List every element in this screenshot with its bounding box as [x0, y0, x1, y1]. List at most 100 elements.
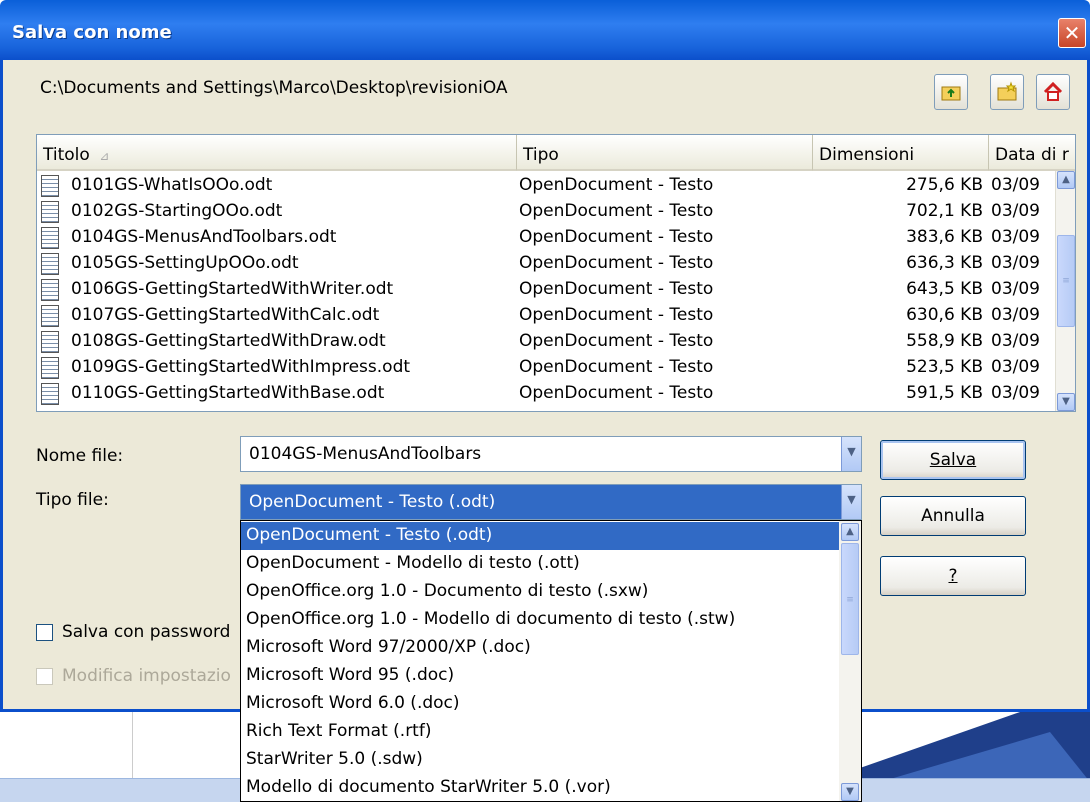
filetype-option[interactable]: Microsoft Word 95 (.doc) — [241, 662, 839, 690]
filetype-option[interactable]: OpenOffice.org 1.0 - Documento di testo … — [241, 578, 839, 606]
file-row[interactable]: 0102GS-StartingOOo.odt OpenDocument - Tes… — [37, 199, 1057, 225]
title-bar[interactable]: Salva con nome ✕ — [0, 0, 1090, 60]
chevron-down-icon: ▼ — [847, 445, 856, 458]
file-type: OpenDocument - Testo — [519, 331, 714, 351]
options-scroll-thumb[interactable]: ≡ — [841, 543, 859, 655]
options-scrollbar[interactable]: ▲ ≡ ▼ — [839, 521, 861, 801]
filetype-option[interactable]: StarWriter 5.0 (.sdw) — [241, 746, 839, 774]
file-type: OpenDocument - Testo — [519, 305, 714, 325]
file-size: 558,9 KB — [906, 331, 983, 351]
file-type: OpenDocument - Testo — [519, 279, 714, 299]
column-header-title[interactable]: Titolo ⊿ — [37, 135, 517, 171]
filename-dropdown-button[interactable]: ▼ — [841, 437, 861, 471]
folder-up-icon — [941, 86, 961, 101]
file-date: 03/09 — [991, 331, 1040, 351]
options-scroll-up-button[interactable]: ▲ — [841, 523, 859, 541]
help-button-label: ? — [948, 566, 958, 586]
document-icon — [41, 227, 59, 249]
file-size: 630,6 KB — [906, 305, 983, 325]
file-type: OpenDocument - Testo — [519, 201, 714, 221]
column-header-size[interactable]: Dimensioni — [813, 135, 989, 171]
file-type: OpenDocument - Testo — [519, 253, 714, 273]
filetype-option[interactable]: OpenDocument - Modello di testo (.ott) — [241, 550, 839, 578]
file-name: 0107GS-GettingStartedWithCalc.odt — [71, 305, 380, 325]
cancel-button[interactable]: Annulla — [880, 496, 1026, 536]
column-header-type[interactable]: Tipo — [517, 135, 813, 171]
file-row[interactable]: 0108GS-GettingStartedWithDraw.odt OpenDoc… — [37, 329, 1057, 355]
filetype-value: OpenDocument - Testo (.odt) — [249, 492, 496, 512]
file-date: 03/09 — [991, 253, 1040, 273]
new-folder-icon — [997, 81, 1017, 101]
file-type: OpenDocument - Testo — [519, 175, 714, 195]
file-size: 643,5 KB — [906, 279, 983, 299]
file-name: 0105GS-SettingUpOOo.odt — [71, 253, 299, 273]
close-button[interactable]: ✕ — [1058, 18, 1086, 48]
file-name: 0104GS-MenusAndToolbars.odt — [71, 227, 337, 247]
file-type: OpenDocument - Testo — [519, 383, 714, 403]
file-date: 03/09 — [991, 227, 1040, 247]
chevron-down-icon: ▼ — [847, 493, 856, 506]
file-size: 702,1 KB — [906, 201, 983, 221]
scroll-thumb[interactable]: ≡ — [1057, 235, 1075, 327]
file-row[interactable]: 0110GS-GettingStartedWithBase.odt OpenDoc… — [37, 381, 1057, 407]
file-size: 275,6 KB — [906, 175, 983, 195]
filetype-select[interactable]: OpenDocument - Testo (.odt) ▼ — [240, 484, 862, 520]
file-date: 03/09 — [991, 383, 1040, 403]
file-row[interactable]: 0105GS-SettingUpOOo.odt OpenDocument - Te… — [37, 251, 1057, 277]
file-row[interactable]: 0104GS-MenusAndToolbars.odt OpenDocument … — [37, 225, 1057, 251]
filetype-option[interactable]: Microsoft Word 6.0 (.doc) — [241, 690, 839, 718]
file-name: 0108GS-GettingStartedWithDraw.odt — [71, 331, 386, 351]
folder-up-button[interactable] — [934, 74, 968, 110]
file-name: 0102GS-StartingOOo.odt — [71, 201, 283, 221]
document-icon — [41, 279, 59, 301]
file-size: 523,5 KB — [906, 357, 983, 377]
password-checkbox-label: Salva con password — [62, 622, 231, 642]
file-row[interactable]: 0109GS-GettingStartedWithImpress.odt Open… — [37, 355, 1057, 381]
file-row[interactable]: 0106GS-GettingStartedWithWriter.odt OpenD… — [37, 277, 1057, 303]
filter-settings-label: Modifica impostazio — [62, 666, 231, 686]
file-date: 03/09 — [991, 279, 1040, 299]
filetype-label: Tipo file: — [36, 490, 109, 510]
filetype-option[interactable]: Microsoft Word 97/2000/XP (.doc) — [241, 634, 839, 662]
document-icon — [41, 383, 59, 405]
file-date: 03/09 — [991, 305, 1040, 325]
save-button[interactable]: Salva — [880, 440, 1026, 480]
new-folder-button[interactable] — [990, 74, 1024, 110]
dialog-title: Salva con nome — [12, 22, 172, 43]
filetype-option[interactable]: OpenOffice.org 1.0 - Modello di document… — [241, 606, 839, 634]
scroll-down-button[interactable]: ▼ — [1057, 393, 1075, 411]
filetype-dropdown-button[interactable]: ▼ — [841, 485, 861, 519]
current-path: C:\Documents and Settings\Marco\Desktop\… — [40, 78, 508, 98]
options-scroll-down-button[interactable]: ▼ — [841, 783, 859, 801]
help-button[interactable]: ? — [880, 556, 1026, 596]
filetype-option[interactable]: Rich Text Format (.rtf) — [241, 718, 839, 746]
file-list-scrollbar[interactable]: ▲ ≡ ▼ — [1055, 171, 1075, 411]
document-icon — [41, 357, 59, 379]
file-type: OpenDocument - Testo — [519, 227, 714, 247]
file-name: 0101GS-WhatIsOOo.odt — [71, 175, 273, 195]
file-date: 03/09 — [991, 201, 1040, 221]
file-row[interactable]: 0107GS-GettingStartedWithCalc.odt OpenDoc… — [37, 303, 1057, 329]
filetype-options-list[interactable]: OpenDocument - Testo (.odt) OpenDocument … — [240, 520, 862, 802]
filename-value[interactable]: 0104GS-MenusAndToolbars — [249, 444, 481, 464]
column-header-date[interactable]: Data di r — [989, 135, 1075, 171]
filename-label: Nome file: — [36, 446, 124, 466]
file-size: 591,5 KB — [906, 383, 983, 403]
sort-arrow-icon: ⊿ — [99, 149, 110, 163]
filter-settings-checkbox[interactable] — [36, 668, 53, 685]
background-divider — [132, 712, 133, 778]
password-checkbox[interactable] — [36, 624, 53, 641]
home-button[interactable] — [1036, 74, 1070, 110]
filetype-option[interactable]: OpenDocument - Testo (.odt) — [241, 522, 839, 550]
filename-field[interactable]: 0104GS-MenusAndToolbars ▼ — [240, 436, 862, 472]
file-size: 383,6 KB — [906, 227, 983, 247]
file-name: 0109GS-GettingStartedWithImpress.odt — [71, 357, 411, 377]
file-list[interactable]: Titolo ⊿ Tipo Dimensioni Data di r 0101G… — [36, 134, 1076, 412]
file-row[interactable]: 0101GS-WhatIsOOo.odt OpenDocument - Testo… — [37, 173, 1057, 199]
save-button-label: Salva — [929, 450, 977, 470]
scroll-up-button[interactable]: ▲ — [1057, 171, 1075, 189]
file-date: 03/09 — [991, 175, 1040, 195]
filetype-option[interactable]: Modello di documento StarWriter 5.0 (.vo… — [241, 774, 839, 801]
file-name: 0106GS-GettingStartedWithWriter.odt — [71, 279, 394, 299]
file-name: 0110GS-GettingStartedWithBase.odt — [71, 383, 385, 403]
